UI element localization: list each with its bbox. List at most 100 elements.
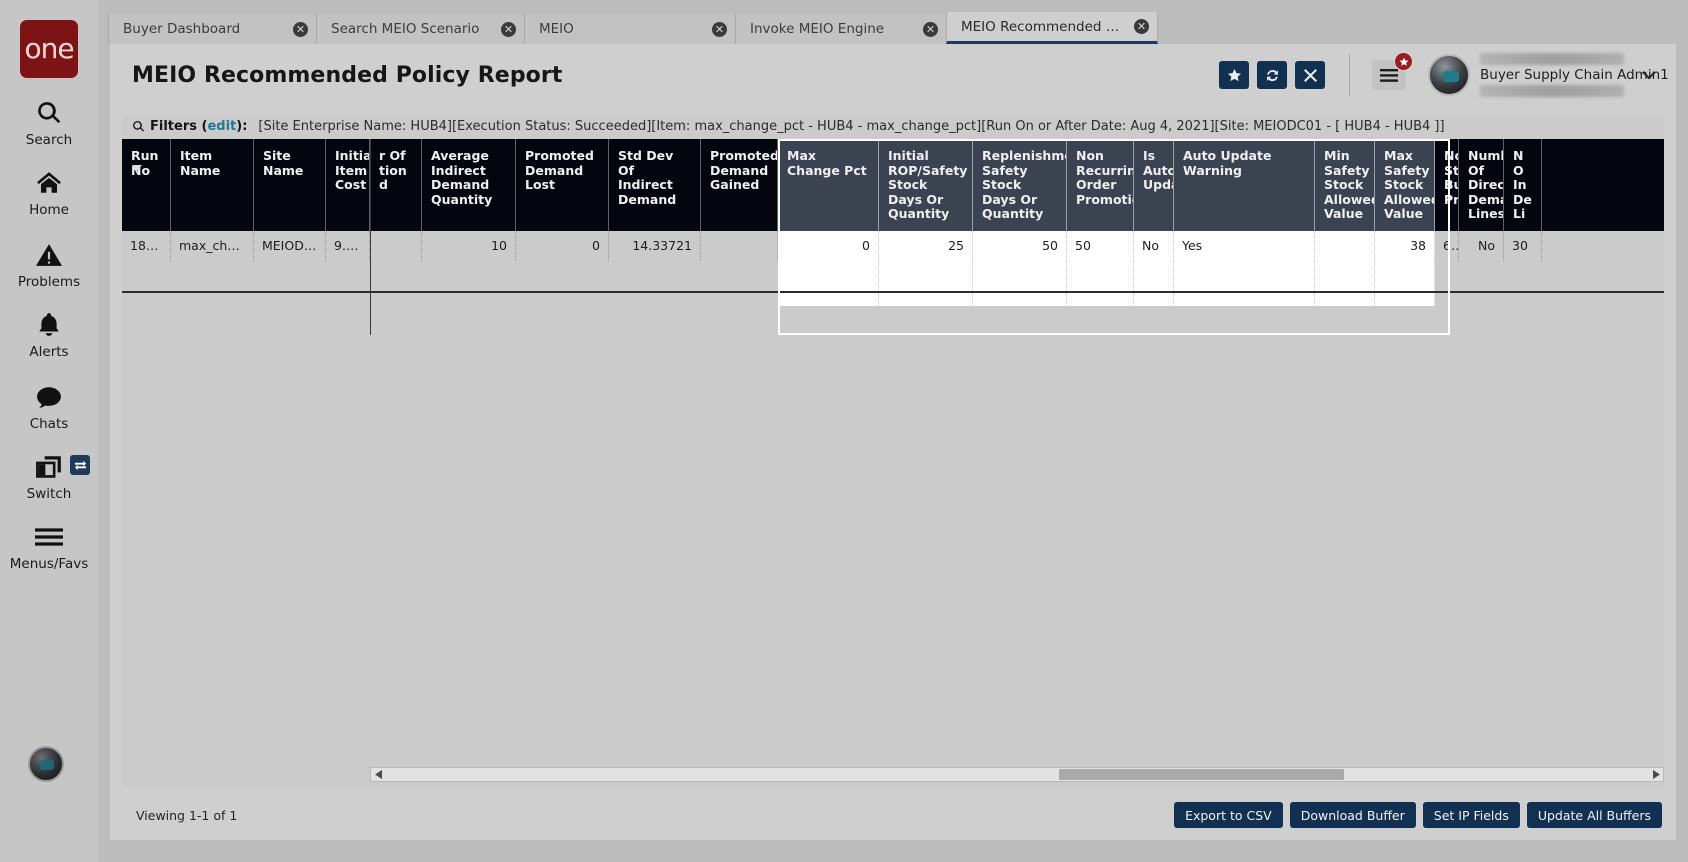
table-cell[interactable]: 9.09 — [326, 231, 370, 261]
column-header[interactable]: Max Safety Stock Allowed Value — [1375, 139, 1435, 231]
tab-meio[interactable]: MEIO ✕ — [524, 14, 735, 44]
table-cell[interactable]: 62 — [1435, 231, 1459, 261]
close-icon[interactable]: ✕ — [712, 22, 727, 37]
grid-header-row: Run NoItem NameSite Name Initial Item Cos… — [122, 139, 1664, 231]
column-header[interactable]: Number Of Direct Demand Lines — [1459, 139, 1504, 231]
column-header-label: Replenishment Safety Stock Days Or Quant… — [982, 148, 1067, 221]
table-cell[interactable]: 14.33721 — [609, 231, 701, 261]
row-spacer-cell — [370, 261, 422, 306]
tab-invoke-meio-engine[interactable]: Invoke MEIO Engine ✕ — [735, 14, 946, 44]
column-header-label: Number Of Direct Demand Lines — [1468, 148, 1504, 221]
column-header[interactable]: Auto Update Warning — [1174, 139, 1315, 231]
star-icon — [1399, 57, 1409, 67]
tab-label: Invoke MEIO Engine — [750, 21, 915, 37]
export-to-csv-button[interactable]: Export to CSV — [1174, 802, 1283, 828]
table-cell[interactable] — [701, 231, 778, 261]
close-icon[interactable]: ✕ — [1134, 19, 1149, 34]
scroll-right-button[interactable] — [1648, 768, 1663, 781]
tab-label: Buyer Dashboard — [123, 21, 285, 37]
column-header[interactable]: Initial ROP/Safety Stock Days Or Quantit… — [879, 139, 973, 231]
table-cell[interactable]: max_change_... — [171, 231, 254, 261]
table-cell[interactable]: 0 — [778, 231, 879, 261]
rail-item-problems[interactable]: Problems — [0, 238, 98, 290]
column-header-label: r Of tion d — [379, 148, 407, 192]
rail-item-chats[interactable]: Chats — [0, 380, 98, 432]
filters-edit-link[interactable]: edit — [207, 119, 236, 134]
rail-item-menus-favs[interactable]: Menus/Favs — [0, 520, 98, 572]
home-icon — [36, 166, 62, 200]
column-header-label: Initial ROP/Safety Stock Days Or Quantit… — [888, 148, 967, 221]
column-header[interactable]: Non Recurring Order Promotion — [1067, 139, 1134, 231]
filters-label-end: ): — [236, 119, 247, 134]
scrollbar-thumb[interactable] — [1059, 769, 1344, 780]
column-header[interactable]: Run No — [122, 139, 171, 231]
scroll-left-button[interactable] — [371, 768, 386, 781]
page-header: MEIO Recommended Policy Report — [110, 44, 1676, 106]
brand-logo[interactable]: one — [20, 20, 78, 78]
rail-item-label: Menus/Favs — [10, 556, 88, 572]
column-header[interactable]: Promoted Demand Gained — [701, 139, 778, 231]
table-cell[interactable] — [370, 231, 422, 261]
table-cell[interactable]: 0 — [516, 231, 609, 261]
close-icon[interactable]: ✕ — [501, 22, 516, 37]
column-header[interactable]: Min Safety Stock Allowed Value — [1315, 139, 1375, 231]
search-icon — [36, 96, 62, 130]
set-ip-fields-button[interactable]: Set IP Fields — [1423, 802, 1520, 828]
row-spacer-cell — [973, 261, 1067, 306]
app-shell: Buyer Dashboard ✕ Search MEIO Scenario ✕… — [98, 0, 1688, 862]
table-cell[interactable]: 50 — [973, 231, 1067, 261]
column-header[interactable]: r Of tion d — [370, 139, 422, 231]
rail-avatar[interactable] — [28, 746, 64, 782]
table-cell[interactable] — [1315, 231, 1375, 261]
windows-stack-icon — [35, 450, 63, 484]
table-cell[interactable]: 50 — [1067, 231, 1134, 261]
table-cell[interactable]: 38 — [1375, 231, 1435, 261]
horizontal-scrollbar[interactable] — [370, 767, 1664, 782]
table-cell[interactable]: No — [1459, 231, 1504, 261]
user-info-block: Buyer Supply Chain Admin1 — [1480, 53, 1628, 97]
table-cell[interactable]: Yes — [1174, 231, 1315, 261]
rail-item-label: Search — [26, 132, 72, 148]
column-header[interactable]: Site Name — [254, 139, 326, 231]
table-cell[interactable]: 30 — [1504, 231, 1542, 261]
switch-toggle-badge[interactable] — [70, 455, 90, 475]
column-header[interactable]: Initial Item Cost — [326, 139, 370, 231]
page-panel: MEIO Recommended Policy Report — [110, 44, 1676, 840]
column-header[interactable]: Is Auto Updat — [1134, 139, 1174, 231]
update-all-buffers-button[interactable]: Update All Buffers — [1527, 802, 1662, 828]
column-header[interactable]: Max Change Pct — [778, 139, 879, 231]
row-underline — [122, 291, 1664, 293]
column-header-label: Initial Item Cost — [335, 148, 370, 192]
column-header[interactable]: No Stock Buffe Prom — [1435, 139, 1459, 231]
tab-meio-recommended-policy-report[interactable]: MEIO Recommended Policy Rep... ✕ — [946, 12, 1158, 44]
close-button[interactable] — [1295, 61, 1325, 89]
table-cell[interactable]: 25 — [879, 231, 973, 261]
user-name: Buyer Supply Chain Admin1 — [1480, 67, 1669, 83]
close-icon[interactable]: ✕ — [293, 22, 308, 37]
column-header[interactable]: Item Name — [171, 139, 254, 231]
column-header[interactable]: Replenishment Safety Stock Days Or Quant… — [973, 139, 1067, 231]
avatar[interactable] — [1428, 54, 1470, 96]
column-header[interactable]: Std Dev Of Indirect Demand — [609, 139, 701, 231]
table-cell[interactable]: MEIODC01 — [254, 231, 326, 261]
column-header[interactable]: Average Indirect Demand Quantity — [422, 139, 516, 231]
menus-favorites-button[interactable] — [1372, 60, 1406, 90]
favorite-button[interactable] — [1219, 61, 1249, 89]
rail-item-label: Switch — [27, 486, 72, 502]
refresh-button[interactable] — [1257, 61, 1287, 89]
tab-buyer-dashboard[interactable]: Buyer Dashboard ✕ — [108, 14, 316, 44]
column-header[interactable]: Promoted Demand Lost — [516, 139, 609, 231]
table-cell[interactable]: 18401 — [122, 231, 171, 261]
tab-search-meio-scenario[interactable]: Search MEIO Scenario ✕ — [316, 14, 524, 44]
x-icon — [1304, 69, 1317, 82]
column-header[interactable]: N O In De Li — [1504, 139, 1542, 231]
download-buffer-button[interactable]: Download Buffer — [1290, 802, 1416, 828]
table-cell[interactable]: No — [1134, 231, 1174, 261]
rail-item-search[interactable]: Search — [0, 96, 98, 148]
row-spacer-cell — [254, 261, 326, 306]
rail-item-home[interactable]: Home — [0, 166, 98, 218]
rail-item-alerts[interactable]: Alerts — [0, 308, 98, 360]
table-row[interactable]: 18401max_change_...MEIODC019.0910014.337… — [122, 231, 1664, 261]
table-cell[interactable]: 10 — [422, 231, 516, 261]
close-icon[interactable]: ✕ — [923, 22, 938, 37]
